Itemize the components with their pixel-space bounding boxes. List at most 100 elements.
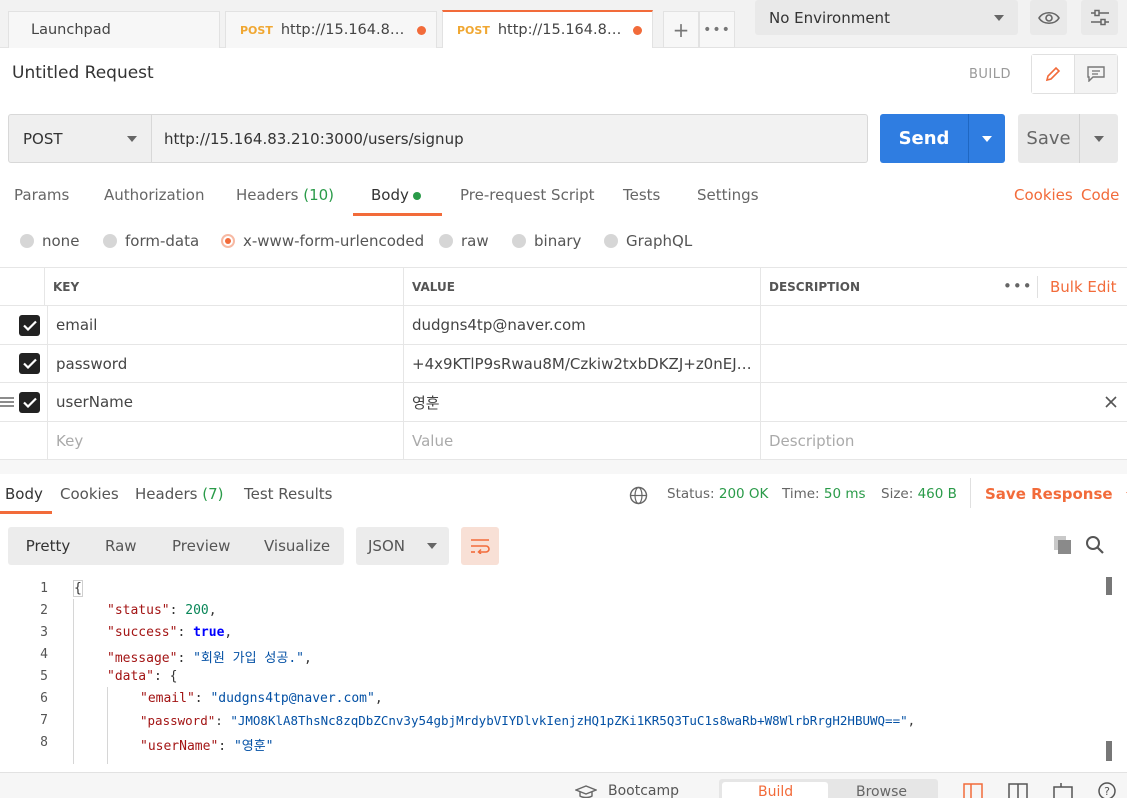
edit-mode-button[interactable]: [1032, 55, 1075, 93]
description-cell[interactable]: [760, 383, 1090, 421]
save-options-button[interactable]: [1079, 114, 1118, 163]
scrollbar-thumb-top[interactable]: [1106, 577, 1112, 595]
url-input[interactable]: http://15.164.83.210:3000/users/signup: [152, 114, 868, 163]
tab-request-1[interactable]: POST http://15.164.83.210...: [225, 11, 437, 48]
radio-none[interactable]: none: [20, 232, 79, 250]
manage-environments-button[interactable]: [1081, 0, 1118, 35]
value-cell[interactable]: +4x9KTlP9sRwau8M/Czkiw2txbDKZJ+z0nEJf4GV…: [403, 345, 761, 382]
key-cell[interactable]: userName: [47, 383, 404, 421]
key-cell[interactable]: email: [47, 306, 404, 344]
close-icon[interactable]: [1105, 396, 1117, 408]
tab-params[interactable]: Params: [14, 186, 69, 204]
build-mode-label: BUILD: [969, 67, 1012, 82]
more-icon[interactable]: •••: [1003, 277, 1033, 295]
save-response-button[interactable]: Save Response: [985, 485, 1127, 503]
view-pretty[interactable]: Pretty: [8, 527, 88, 565]
response-body-code[interactable]: 1 { 2 "status": 200, 3 "success": true, …: [0, 577, 1127, 772]
keyboard-icon[interactable]: [1053, 783, 1073, 798]
active-dot-icon: [412, 191, 421, 200]
response-tab-test-results[interactable]: Test Results: [244, 485, 332, 503]
row-checkbox[interactable]: [19, 353, 40, 374]
tab-prerequest-script[interactable]: Pre-request Script: [460, 186, 595, 204]
json-boolean: true: [193, 625, 225, 640]
response-divider[interactable]: [0, 460, 1127, 474]
two-pane-icon[interactable]: [963, 783, 983, 798]
chevron-down-icon: [982, 135, 992, 142]
layout-icon[interactable]: [1008, 783, 1028, 798]
radio-graphql[interactable]: GraphQL: [604, 232, 692, 250]
wrap-icon: [471, 539, 490, 554]
sliders-icon: [1090, 9, 1109, 25]
request-title[interactable]: Untitled Request: [12, 63, 154, 83]
response-tab-cookies[interactable]: Cookies: [60, 485, 119, 503]
json-key: "message": [107, 651, 178, 666]
tab-tests[interactable]: Tests: [623, 186, 660, 204]
view-preview[interactable]: Preview: [172, 527, 230, 565]
format-label: JSON: [368, 537, 405, 555]
wrap-lines-button[interactable]: [461, 527, 499, 565]
value-cell[interactable]: 영훈: [403, 383, 761, 421]
tab-settings[interactable]: Settings: [697, 186, 759, 204]
tab-headers[interactable]: Headers (10): [236, 186, 334, 204]
drag-handle-icon[interactable]: [0, 396, 14, 408]
tab-launchpad[interactable]: Launchpad: [8, 11, 220, 48]
response-tab-body[interactable]: Body: [5, 485, 43, 503]
response-headers-label: Headers: [135, 485, 198, 503]
radio-urlencoded[interactable]: x-www-form-urlencoded: [221, 232, 424, 250]
description-cell[interactable]: [760, 306, 1127, 344]
copy-icon[interactable]: [1053, 535, 1073, 555]
code-text: "status": 200,: [107, 603, 217, 618]
json-string: "영훈": [233, 739, 274, 754]
json-key: "data": [107, 669, 154, 684]
tab-url: http://15.164.83.210...: [280, 22, 411, 38]
new-description-input[interactable]: Description: [760, 422, 1127, 459]
cookies-link[interactable]: Cookies: [1014, 186, 1073, 204]
build-toggle[interactable]: Build: [758, 784, 793, 798]
line-number: 1: [40, 581, 48, 596]
tab-request-2[interactable]: POST http://15.164.83.210...: [442, 10, 653, 48]
time-value: 50 ms: [823, 486, 866, 502]
code-scrollbar[interactable]: [1106, 577, 1112, 762]
send-options-button[interactable]: [968, 114, 1005, 163]
environment-quick-look-button[interactable]: [1030, 0, 1067, 35]
tab-body[interactable]: Body: [371, 186, 421, 204]
radio-raw[interactable]: raw: [439, 232, 489, 250]
new-tab-button[interactable]: +: [663, 11, 699, 48]
view-visualize[interactable]: Visualize: [264, 527, 330, 565]
value-cell[interactable]: dudgns4tp@naver.com: [403, 306, 761, 344]
row-checkbox[interactable]: [19, 315, 40, 336]
new-key-input[interactable]: Key: [47, 422, 404, 459]
tab-authorization[interactable]: Authorization: [104, 186, 204, 204]
help-icon[interactable]: ?: [1097, 781, 1117, 798]
search-icon[interactable]: [1085, 535, 1105, 555]
code-link[interactable]: Code: [1081, 186, 1119, 204]
response-tab-headers[interactable]: Headers (7): [135, 485, 223, 503]
key-cell[interactable]: password: [47, 345, 404, 382]
radio-binary[interactable]: binary: [512, 232, 581, 250]
send-button[interactable]: Send: [880, 114, 968, 163]
bootcamp-link[interactable]: Bootcamp: [608, 783, 679, 798]
globe-icon[interactable]: [629, 486, 648, 505]
radio-form-data[interactable]: form-data: [103, 232, 199, 250]
line-number: 4: [40, 647, 48, 662]
new-value-input[interactable]: Value: [403, 422, 761, 459]
description-cell[interactable]: [760, 345, 1127, 382]
scrollbar-thumb-bottom[interactable]: [1106, 741, 1112, 761]
method-select[interactable]: POST: [8, 114, 152, 163]
build-browse-toggle: Build Browse: [719, 779, 938, 798]
size-value: 460 B: [917, 486, 957, 502]
format-select[interactable]: JSON: [356, 527, 449, 565]
more-tabs-button[interactable]: •••: [699, 11, 735, 48]
row-checkbox[interactable]: [19, 392, 40, 413]
value-text: +4x9KTlP9sRwau8M/Czkiw2txbDKZJ+z0nEJf4GV…: [412, 354, 755, 373]
size-label: Size:: [881, 486, 914, 502]
view-raw[interactable]: Raw: [105, 527, 137, 565]
environment-select[interactable]: No Environment: [755, 0, 1018, 35]
save-button[interactable]: Save: [1018, 114, 1079, 163]
browse-toggle[interactable]: Browse: [856, 784, 907, 798]
graduation-cap-icon: [575, 785, 597, 798]
code-text: "password": "JMO8KlA8ThsNc8zqDbZCnv3y54g…: [140, 713, 916, 728]
bulk-edit-link[interactable]: Bulk Edit: [1050, 278, 1116, 296]
tab-method: POST: [457, 23, 490, 37]
comments-button[interactable]: [1074, 55, 1117, 93]
